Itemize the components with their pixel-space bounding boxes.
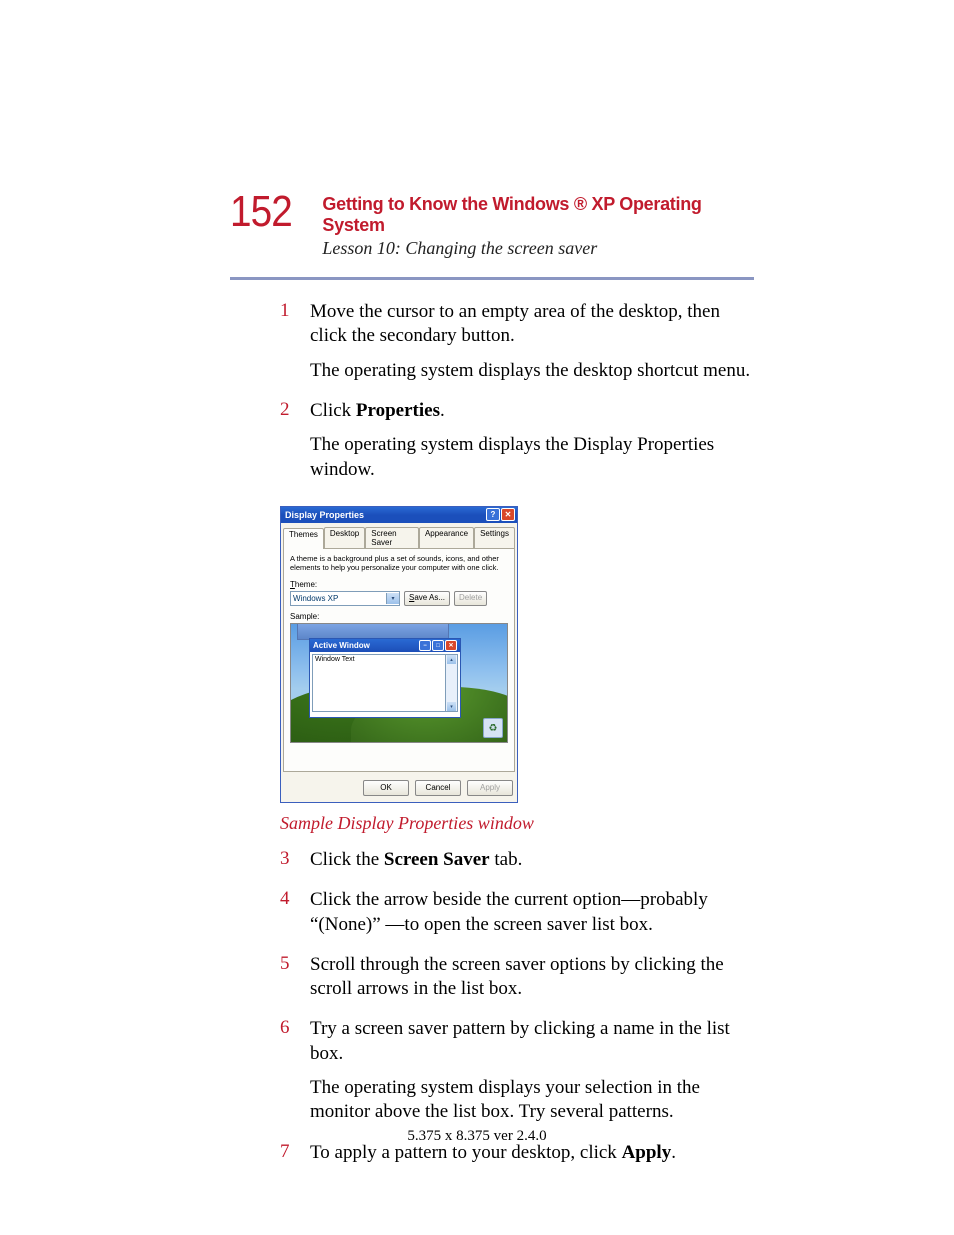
- chevron-down-icon[interactable]: ▾: [386, 593, 399, 604]
- tab-themes[interactable]: Themes: [283, 528, 324, 549]
- tab-panel: A theme is a background plus a set of so…: [283, 549, 515, 772]
- tab-desktop[interactable]: Desktop: [324, 527, 365, 548]
- scrollbar-preview: ▴ ▾: [445, 654, 458, 712]
- page-footer: 5.375 x 8.375 ver 2.4.0: [0, 1128, 954, 1145]
- tab-settings[interactable]: Settings: [474, 527, 515, 548]
- step-text: Click the Screen Saver tab.: [310, 848, 522, 872]
- header-divider: [230, 277, 754, 280]
- step-number: 2: [280, 399, 310, 421]
- step-number: 6: [280, 1017, 310, 1039]
- dialog-titlebar: Display Properties ? ✕: [281, 507, 517, 523]
- active-window-title: Active Window: [313, 641, 419, 650]
- minimize-icon: −: [419, 640, 431, 651]
- text-run: .: [440, 400, 445, 421]
- step-text: The operating system displays the deskto…: [310, 359, 754, 383]
- step-2: 2 Click Properties. The operating system…: [280, 399, 754, 492]
- step-text: The operating system displays the Displa…: [310, 433, 754, 482]
- sample-preview: Active Window − □ ✕ Window Text: [290, 623, 508, 743]
- step-text: Scroll through the screen saver options …: [310, 953, 754, 1002]
- maximize-icon: □: [432, 640, 444, 651]
- apply-button[interactable]: Apply: [467, 780, 513, 796]
- help-button[interactable]: ?: [486, 508, 500, 521]
- cancel-button[interactable]: Cancel: [415, 780, 461, 796]
- page-number: 152: [230, 190, 292, 234]
- theme-label: Theme:: [290, 580, 508, 589]
- dialog-title: Display Properties: [285, 510, 485, 520]
- text-run: Click: [310, 400, 356, 421]
- text-run: tab.: [490, 849, 523, 870]
- display-properties-dialog: Display Properties ? ✕ Themes Desktop Sc…: [280, 506, 518, 803]
- ok-button[interactable]: OK: [363, 780, 409, 796]
- dialog-button-row: OK Cancel Apply: [281, 774, 517, 802]
- step-1: 1 Move the cursor to an empty area of th…: [280, 300, 754, 393]
- scroll-up-icon: ▴: [447, 655, 456, 664]
- tab-appearance[interactable]: Appearance: [419, 527, 474, 548]
- text-bold: Properties: [356, 400, 440, 421]
- step-6: 6 Try a screen saver pattern by clicking…: [280, 1017, 754, 1134]
- step-text: Click Properties.: [310, 399, 754, 423]
- page-header: 152 Getting to Know the Windows ® XP Ope…: [230, 190, 754, 259]
- chapter-title: Getting to Know the Windows ® XP Operati…: [322, 194, 754, 236]
- lesson-title: Lesson 10: Changing the screen saver: [322, 238, 754, 259]
- step-text: Try a screen saver pattern by clicking a…: [310, 1017, 754, 1066]
- step-number: 3: [280, 848, 310, 870]
- step-number: 1: [280, 300, 310, 322]
- active-window-preview: Active Window − □ ✕ Window Text: [309, 638, 461, 718]
- step-number: 4: [280, 888, 310, 910]
- text-run: Click the: [310, 849, 384, 870]
- scroll-down-icon: ▾: [447, 702, 456, 711]
- figure-caption: Sample Display Properties window: [280, 813, 754, 834]
- step-text: Move the cursor to an empty area of the …: [310, 300, 754, 349]
- step-4: 4 Click the arrow beside the current opt…: [280, 888, 754, 947]
- window-text-preview: Window Text: [312, 654, 445, 712]
- dialog-figure: Display Properties ? ✕ Themes Desktop Sc…: [280, 506, 754, 803]
- recycle-bin-icon: ♻: [483, 718, 503, 738]
- theme-combobox[interactable]: Windows XP ▾: [290, 591, 400, 606]
- step-number: 5: [280, 953, 310, 975]
- step-7: 7 To apply a pattern to your desktop, cl…: [280, 1141, 754, 1175]
- theme-combobox-value: Windows XP: [291, 592, 386, 605]
- save-as-button[interactable]: Save As...: [404, 591, 450, 606]
- sample-label: Sample:: [290, 612, 508, 621]
- theme-description: A theme is a background plus a set of so…: [290, 555, 508, 572]
- close-button[interactable]: ✕: [501, 508, 515, 521]
- step-3: 3 Click the Screen Saver tab.: [280, 848, 754, 882]
- step-5: 5 Scroll through the screen saver option…: [280, 953, 754, 1012]
- step-text: The operating system displays your selec…: [310, 1076, 754, 1125]
- tab-screen-saver[interactable]: Screen Saver: [365, 527, 419, 548]
- close-icon: ✕: [445, 640, 457, 651]
- text-bold: Screen Saver: [384, 849, 490, 870]
- delete-button[interactable]: Delete: [454, 591, 487, 606]
- tab-strip: Themes Desktop Screen Saver Appearance S…: [283, 525, 515, 549]
- step-text: Click the arrow beside the current optio…: [310, 888, 754, 937]
